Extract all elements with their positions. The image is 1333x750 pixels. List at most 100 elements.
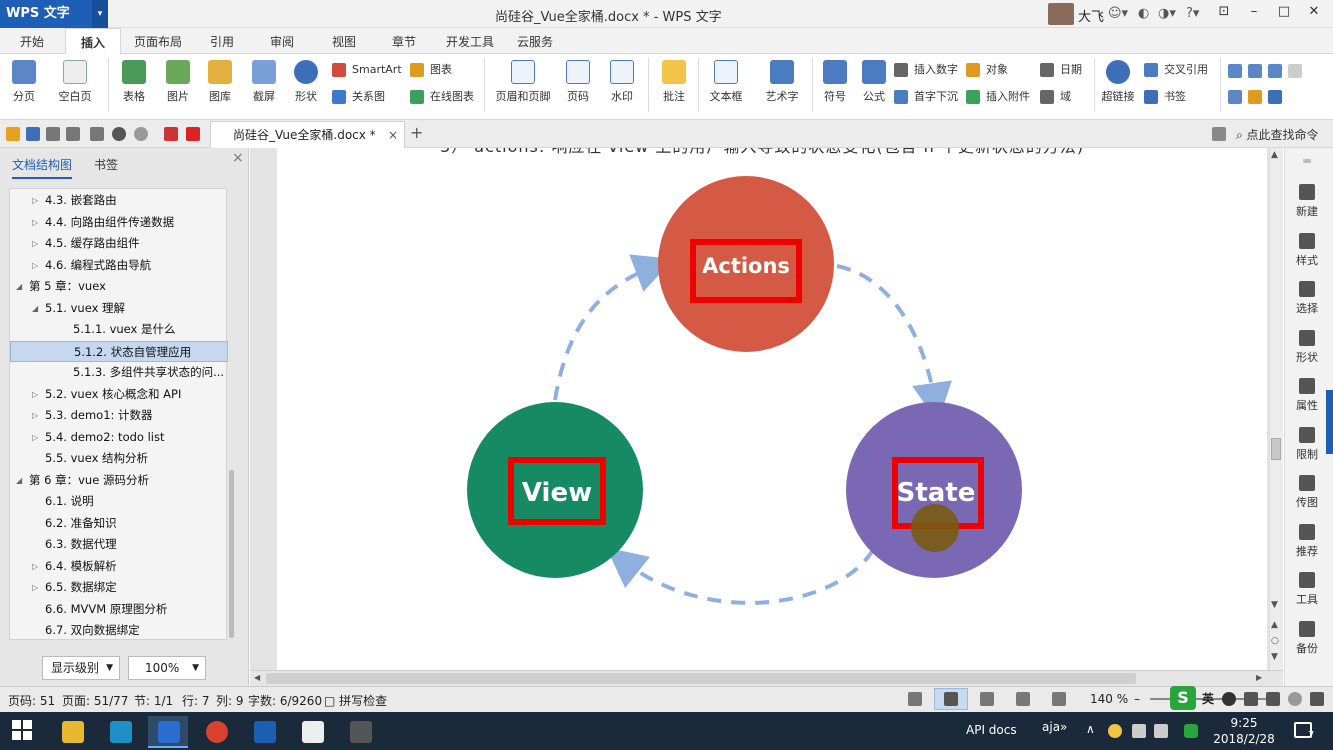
- document-map-item[interactable]: ▷ 4.3. 嵌套路由: [10, 190, 228, 211]
- document-map-item[interactable]: ▷ 5.2. vuex 核心概念和 API: [10, 384, 228, 405]
- side-expand-tab[interactable]: [1326, 390, 1333, 454]
- expand-icon[interactable]: ▷: [32, 384, 38, 405]
- document-map-item[interactable]: 6.3. 数据代理: [10, 534, 228, 555]
- document-map-item[interactable]: ▷ 4.6. 编程式路由导航: [10, 255, 228, 276]
- export-icon[interactable]: [90, 127, 104, 141]
- shape-button[interactable]: 形状: [286, 58, 326, 118]
- sogou-ime-icon[interactable]: S: [1170, 686, 1196, 710]
- fullscreen-icon[interactable]: [908, 692, 922, 706]
- screenshot-button[interactable]: 截屏: [244, 58, 284, 118]
- skin-icon[interactable]: ☺▾: [1108, 6, 1128, 21]
- eye-protect-icon[interactable]: [1052, 692, 1066, 706]
- textbox-button[interactable]: 文本框: [702, 58, 750, 118]
- bookmark-button[interactable]: 书签: [1142, 87, 1186, 107]
- minimize-button[interactable]: –: [1242, 4, 1266, 24]
- tab-document-map[interactable]: 文档结构图: [12, 156, 73, 179]
- close-icon[interactable]: ×: [388, 122, 398, 148]
- expand-icon[interactable]: ▷: [32, 556, 38, 577]
- photos-taskbar[interactable]: [292, 716, 332, 748]
- document-map-item[interactable]: ▷ 5.3. demo1: 计数器: [10, 405, 228, 426]
- tray-expand-icon[interactable]: ∧: [1086, 722, 1095, 736]
- collapse-icon[interactable]: ◢: [16, 470, 22, 491]
- document-map-item[interactable]: ◢ 第 6 章：vue 源码分析: [10, 470, 228, 491]
- lock-icon[interactable]: [1268, 90, 1282, 104]
- scroll-up-icon[interactable]: ▲: [1271, 150, 1278, 160]
- tray-api-docs[interactable]: API docs: [966, 723, 1017, 737]
- comment-button[interactable]: 批注: [654, 58, 694, 118]
- undo-icon[interactable]: [112, 127, 126, 141]
- tab-references[interactable]: 引用: [200, 28, 244, 54]
- status-word-count[interactable]: 字数: 6/9260: [248, 692, 322, 709]
- user-icon[interactable]: [1288, 692, 1302, 706]
- print-icon[interactable]: [46, 127, 60, 141]
- cross-reference-button[interactable]: 交叉引用: [1142, 60, 1208, 80]
- settings-icon[interactable]: [1212, 127, 1226, 141]
- document-map-item[interactable]: 6.7. 双向数据绑定: [10, 620, 228, 641]
- network-icon[interactable]: [1132, 724, 1146, 738]
- side-tool-3[interactable]: 形状: [1285, 329, 1329, 365]
- restore-ribbon-icon[interactable]: ⊡: [1212, 4, 1236, 24]
- document-map-item[interactable]: ▷ 6.5. 数据绑定: [10, 577, 228, 598]
- horizontal-scroll-thumb[interactable]: [266, 673, 1136, 684]
- document-map-item[interactable]: 5.1.1. vuex 是什么: [10, 319, 228, 340]
- maximize-button[interactable]: □: [1272, 4, 1296, 24]
- tab-cloud[interactable]: 云服务: [510, 28, 560, 54]
- document-map-item[interactable]: 6.1. 说明: [10, 491, 228, 512]
- side-tool-4[interactable]: 属性: [1285, 378, 1329, 413]
- document-map-item[interactable]: 5.1.3. 多组件共享状态的问...: [10, 362, 228, 383]
- recorder-taskbar[interactable]: [340, 716, 380, 748]
- zoom-out-icon[interactable]: –: [1134, 692, 1140, 706]
- windows-start-icon[interactable]: [12, 720, 32, 740]
- find-command[interactable]: ⌕ 点此查找命令: [1236, 126, 1319, 143]
- relation-chart-button[interactable]: 关系图: [330, 87, 385, 107]
- tab-page-layout[interactable]: 页面布局: [128, 28, 188, 54]
- formula-button[interactable]: 公式: [858, 58, 890, 118]
- hyperlink-button[interactable]: 超链接: [1098, 58, 1138, 118]
- document-map-item[interactable]: ▷ 6.4. 模板解析: [10, 556, 228, 577]
- level-select[interactable]: 显示级别 ▼: [42, 656, 120, 680]
- tab-developer[interactable]: 开发工具: [440, 28, 500, 54]
- sogou-tray-icon[interactable]: [1184, 724, 1198, 738]
- expand-icon[interactable]: ▷: [32, 190, 38, 211]
- volume-icon[interactable]: [1154, 724, 1168, 738]
- vertical-scroll-thumb[interactable]: [1271, 438, 1281, 460]
- outline-view-icon[interactable]: [980, 692, 994, 706]
- save-icon[interactable]: [26, 127, 40, 141]
- option-field-icon[interactable]: [1288, 64, 1302, 78]
- clock[interactable]: 9:25 2018/2/28: [1206, 715, 1282, 747]
- new-tab-icon[interactable]: +: [410, 123, 423, 142]
- expand-icon[interactable]: ▷: [32, 427, 38, 448]
- open-icon[interactable]: [6, 127, 20, 141]
- weather-icon[interactable]: [1108, 724, 1122, 738]
- avatar[interactable]: [1048, 3, 1074, 25]
- side-tool-2[interactable]: 选择: [1285, 281, 1329, 316]
- wps-doc-icon[interactable]: [186, 127, 200, 141]
- document-map-item[interactable]: 5.1.2. 状态自管理应用: [10, 340, 228, 362]
- table-button[interactable]: 表格: [114, 58, 154, 118]
- tab-home[interactable]: 开始: [10, 28, 54, 54]
- design-mode-icon[interactable]: [1228, 90, 1242, 104]
- document-map-item[interactable]: 6.2. 准备知识: [10, 513, 228, 534]
- list-field-icon[interactable]: [1268, 64, 1282, 78]
- moon-icon[interactable]: [1222, 692, 1236, 706]
- blank-page-button[interactable]: 空白页: [48, 58, 102, 118]
- tab-bookmarks[interactable]: 书签: [94, 156, 118, 173]
- gallery-button[interactable]: 图库: [200, 58, 240, 118]
- close-button[interactable]: ✕: [1302, 4, 1326, 24]
- attachment-button[interactable]: 插入附件: [964, 87, 1030, 107]
- insert-number-button[interactable]: 插入数字: [892, 60, 958, 80]
- expand-icon[interactable]: ▷: [32, 212, 38, 233]
- select-browse-icon[interactable]: ○: [1271, 636, 1279, 646]
- web-view-icon[interactable]: [1016, 692, 1030, 706]
- date-button[interactable]: 日期: [1038, 60, 1082, 80]
- tab-insert[interactable]: 插入: [65, 28, 121, 54]
- redo-icon[interactable]: [134, 127, 148, 141]
- side-tool-8[interactable]: 工具: [1285, 572, 1329, 607]
- side-tool-0[interactable]: 新建: [1285, 184, 1329, 219]
- markdown-taskbar[interactable]: [244, 716, 284, 748]
- status-pages[interactable]: 页面: 51/77: [62, 692, 128, 709]
- wps-taskbar[interactable]: [148, 716, 188, 748]
- close-icon[interactable]: ×: [232, 150, 244, 166]
- symbol-button[interactable]: 符号: [816, 58, 854, 118]
- tab-chapter[interactable]: 章节: [382, 28, 426, 54]
